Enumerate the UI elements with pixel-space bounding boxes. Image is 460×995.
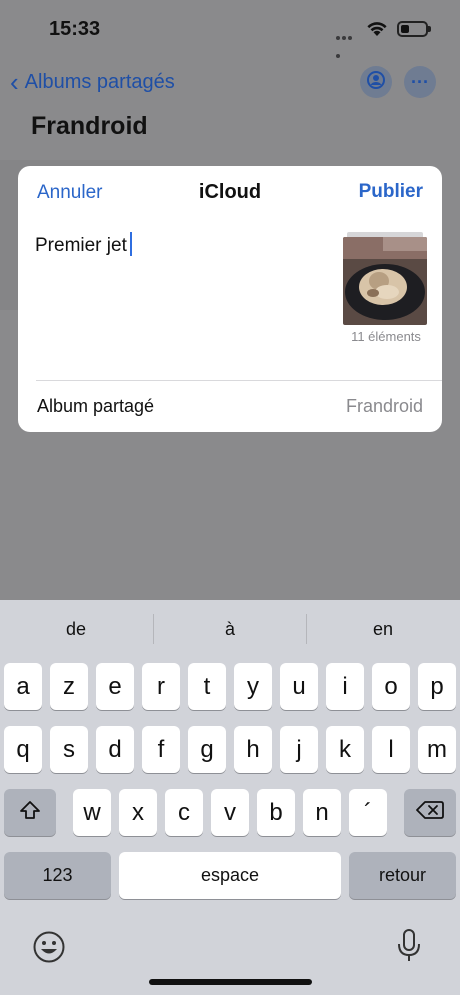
key-c[interactable]: c [165,789,203,836]
shared-people-button[interactable] [360,66,392,98]
comment-text: Premier jet [35,235,127,256]
key-h[interactable]: h [234,726,272,773]
key-a[interactable]: a [4,663,42,710]
key-u[interactable]: u [280,663,318,710]
status-time: 15:33 [49,18,101,40]
key-x[interactable]: x [119,789,157,836]
key-s[interactable]: s [50,726,88,773]
microphone-icon[interactable] [395,928,423,969]
suggestion-3[interactable]: en [307,619,459,640]
shift-icon [19,799,41,827]
key-w[interactable]: w [73,789,111,836]
items-count-label: 11 éléments [351,329,421,344]
key-f[interactable]: f [142,726,180,773]
key-b[interactable]: b [257,789,295,836]
suggestion-1[interactable]: de [0,619,152,640]
chevron-left-icon: ‹ [10,67,19,97]
suggestion-bar: de à en [0,600,460,658]
key-v[interactable]: v [211,789,249,836]
key-j[interactable]: j [280,726,318,773]
share-sheet: Annuler iCloud Publier Premier jet 11 él… [18,166,442,432]
key-k[interactable]: k [326,726,364,773]
numbers-key[interactable]: 123 [4,852,111,899]
shift-key[interactable] [4,789,56,836]
key-l[interactable]: l [372,726,410,773]
key-e[interactable]: e [96,663,134,710]
suggestion-2[interactable]: à [154,619,306,640]
share-sheet-header: Annuler iCloud Publier [18,166,442,218]
key-g[interactable]: g [188,726,226,773]
key-o[interactable]: o [372,663,410,710]
keyboard: de à en a z e r t y u i o p q s d f g h … [0,600,460,995]
key-p[interactable]: p [418,663,456,710]
album-label: Album partagé [37,396,155,416]
key-r[interactable]: r [142,663,180,710]
space-key[interactable]: espace [119,852,341,899]
key-z[interactable]: z [50,663,88,710]
photo-thumbnail [343,237,427,325]
return-key[interactable]: retour [349,852,456,899]
back-label: Albums partagés [24,70,175,93]
key-m[interactable]: m [418,726,456,773]
album-value: Frandroid [345,396,423,416]
key-t[interactable]: t [188,663,226,710]
key-q[interactable]: q [4,726,42,773]
more-button[interactable]: ··· [404,66,436,98]
key-accent[interactable]: ´ [349,789,387,836]
battery-icon [397,21,431,37]
comment-field[interactable]: Premier jet [35,232,335,352]
person-add-icon [366,70,386,95]
publish-button[interactable]: Publier [359,181,423,203]
key-i[interactable]: i [326,663,364,710]
key-y[interactable]: y [234,663,272,710]
home-indicator [149,979,312,985]
wifi-icon [366,20,388,42]
backspace-icon [416,799,444,827]
text-cursor [129,232,132,256]
shared-album-row[interactable]: Album partagé Frandroid [18,381,442,432]
key-n[interactable]: n [303,789,341,836]
page-title: Frandroid [31,112,148,140]
signal-icon [336,27,358,58]
back-button[interactable]: ‹ Albums partagés [10,68,175,96]
photo-thumbnail-stack [343,232,427,325]
emoji-icon[interactable] [32,930,66,969]
ellipsis-icon: ··· [411,71,429,92]
key-d[interactable]: d [96,726,134,773]
status-bar: 15:33 [0,0,460,60]
delete-key[interactable] [404,789,456,836]
